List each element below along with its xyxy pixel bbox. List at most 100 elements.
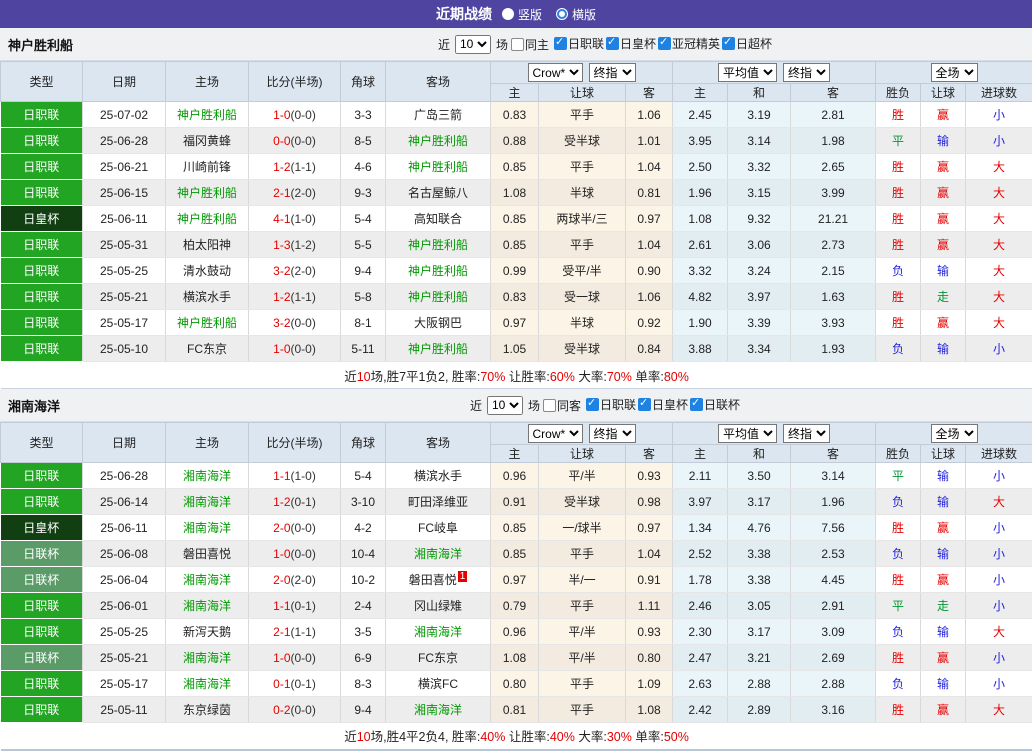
avg-home-odds: 1.34: [673, 515, 728, 541]
col-corner: 角球: [341, 423, 386, 463]
odds-company-select[interactable]: Crow*: [528, 424, 583, 443]
avg-draw-odds: 3.21: [728, 645, 791, 671]
same-venue-checkbox[interactable]: 同客: [543, 397, 581, 414]
radio-horizontal-layout[interactable]: 横版: [556, 6, 596, 23]
league-filter-checkbox[interactable]: 日皇杯: [606, 35, 656, 52]
handicap-away-odds: 0.91: [626, 567, 673, 593]
avg-away-odds: 1.96: [791, 489, 876, 515]
match-row: 日职联25-05-25新泻天鹅2-1(1-1)3-5湘南海洋0.96平/半0.9…: [1, 619, 1032, 645]
result-goals: 大: [966, 489, 1032, 515]
avg-draw-odds: 3.38: [728, 567, 791, 593]
final-odds-select-2[interactable]: 终指: [783, 63, 830, 82]
games-label: 场: [528, 397, 540, 414]
result-goals: 小: [966, 128, 1032, 154]
score: 1-0(0-0): [249, 102, 341, 128]
checkbox-checked-icon: [690, 398, 703, 411]
result-winloss: 胜: [876, 515, 921, 541]
result-handicap: 输: [921, 489, 966, 515]
away-team: 湘南海洋: [386, 541, 491, 567]
radio-vertical-layout[interactable]: 竖版: [502, 6, 542, 23]
home-team: 神户胜利船: [166, 310, 249, 336]
handicap-away-odds: 0.92: [626, 310, 673, 336]
same-venue-checkbox[interactable]: 同主: [511, 36, 549, 53]
away-team: 神户胜利船: [386, 128, 491, 154]
avg-home-odds: 2.52: [673, 541, 728, 567]
score: 1-1(1-0): [249, 463, 341, 489]
league-badge: 日职联: [1, 284, 83, 310]
avg-away-odds: 3.93: [791, 310, 876, 336]
match-date: 25-06-21: [83, 154, 166, 180]
col-home: 主场: [166, 423, 249, 463]
away-team: 神户胜利船: [386, 258, 491, 284]
col-away: 客场: [386, 62, 491, 102]
result-winloss: 平: [876, 463, 921, 489]
league-filter-checkbox[interactable]: 日职联: [554, 35, 604, 52]
result-handicap: 走: [921, 284, 966, 310]
result-winloss: 负: [876, 258, 921, 284]
result-winloss: 胜: [876, 180, 921, 206]
handicap-home-odds: 0.97: [491, 567, 539, 593]
league-filter-checkbox[interactable]: 亚冠精英: [658, 35, 720, 52]
handicap-away-odds: 1.09: [626, 671, 673, 697]
sub-result-goals: 进球数: [966, 84, 1032, 102]
match-row: 日皇杯25-06-11湘南海洋2-0(0-0)4-2FC岐阜0.85一/球半0.…: [1, 515, 1032, 541]
score: 3-2(0-0): [249, 310, 341, 336]
average-select[interactable]: 平均值: [718, 63, 777, 82]
away-team: 名古屋鲸八: [386, 180, 491, 206]
checkbox-checked-icon: [554, 37, 567, 50]
odds-company-select[interactable]: Crow*: [528, 63, 583, 82]
corner-score: 5-8: [341, 284, 386, 310]
sub-avg-home: 主: [673, 84, 728, 102]
filter-controls: 近 10 场 同客 日职联日皇杯日联杯: [290, 396, 742, 415]
avg-away-odds: 3.14: [791, 463, 876, 489]
league-filter-checkbox[interactable]: 日联杯: [690, 396, 740, 413]
avg-draw-odds: 3.32: [728, 154, 791, 180]
recent-games-select[interactable]: 10: [487, 396, 523, 415]
final-odds-select[interactable]: 终指: [589, 424, 636, 443]
handicap-home-odds: 0.85: [491, 206, 539, 232]
avg-away-odds: 2.65: [791, 154, 876, 180]
league-badge: 日皇杯: [1, 515, 83, 541]
avg-home-odds: 2.30: [673, 619, 728, 645]
result-goals: 小: [966, 541, 1032, 567]
score: 1-0(0-0): [249, 336, 341, 362]
score: 2-1(1-1): [249, 619, 341, 645]
fulltime-select[interactable]: 全场: [931, 63, 978, 82]
fulltime-group-header: 全场: [876, 62, 1032, 84]
league-filter-checkbox[interactable]: 日超杯: [722, 35, 772, 52]
handicap-away-odds: 1.06: [626, 102, 673, 128]
league-filter-checkbox[interactable]: 日职联: [586, 396, 636, 413]
away-team: 町田泽维亚: [386, 489, 491, 515]
match-row: 日皇杯25-06-11神户胜利船4-1(1-0)5-4高知联合0.85两球半/三…: [1, 206, 1032, 232]
average-select[interactable]: 平均值: [718, 424, 777, 443]
match-date: 25-05-21: [83, 284, 166, 310]
handicap-line: 受半球: [539, 336, 626, 362]
result-winloss: 胜: [876, 154, 921, 180]
final-odds-select-2[interactable]: 终指: [783, 424, 830, 443]
recent-games-select[interactable]: 10: [455, 35, 491, 54]
col-home: 主场: [166, 62, 249, 102]
fulltime-select[interactable]: 全场: [931, 424, 978, 443]
sub-result-winloss: 胜负: [876, 445, 921, 463]
final-odds-select[interactable]: 终指: [589, 63, 636, 82]
avg-home-odds: 1.90: [673, 310, 728, 336]
avg-away-odds: 2.73: [791, 232, 876, 258]
handicap-line: 平手: [539, 154, 626, 180]
league-badge: 日职联: [1, 154, 83, 180]
league-badge: 日职联: [1, 697, 83, 723]
result-goals: 大: [966, 619, 1032, 645]
avg-away-odds: 1.98: [791, 128, 876, 154]
page-title: 近期战绩: [436, 4, 492, 24]
home-team: 福冈黄蜂: [166, 128, 249, 154]
sub-handicap-line: 让球: [539, 84, 626, 102]
match-row: 日联杯25-06-08磐田喜悦1-0(0-0)10-4湘南海洋0.85平手1.0…: [1, 541, 1032, 567]
home-team: 湘南海洋: [166, 463, 249, 489]
result-winloss: 胜: [876, 284, 921, 310]
col-date: 日期: [83, 62, 166, 102]
team-name: 神户胜利船: [8, 35, 73, 54]
games-label: 场: [496, 36, 508, 53]
handicap-home-odds: 0.85: [491, 154, 539, 180]
home-team: 湘南海洋: [166, 515, 249, 541]
league-filter-checkbox[interactable]: 日皇杯: [638, 396, 688, 413]
avg-away-odds: 1.63: [791, 284, 876, 310]
